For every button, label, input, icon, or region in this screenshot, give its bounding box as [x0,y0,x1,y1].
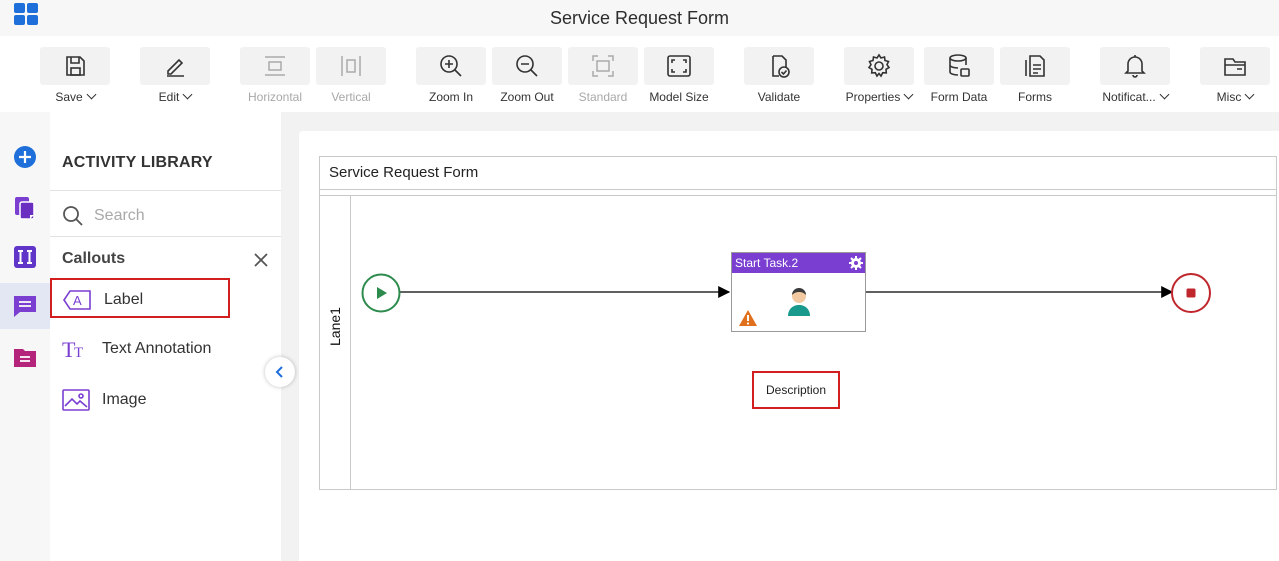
task-header: Start Task.2 [732,253,865,273]
task-node[interactable]: Start Task.2 [731,252,866,332]
user-icon [788,288,810,316]
description-label-node[interactable]: Description [752,371,840,409]
start-event[interactable] [361,273,401,313]
stop-icon [1186,288,1196,298]
gear-icon[interactable] [849,256,863,270]
warning-icon [739,310,757,326]
flow-diagram [361,273,1211,313]
description-text: Description [765,383,827,397]
end-event[interactable] [1171,273,1211,313]
task-name: Start Task.2 [735,256,799,270]
